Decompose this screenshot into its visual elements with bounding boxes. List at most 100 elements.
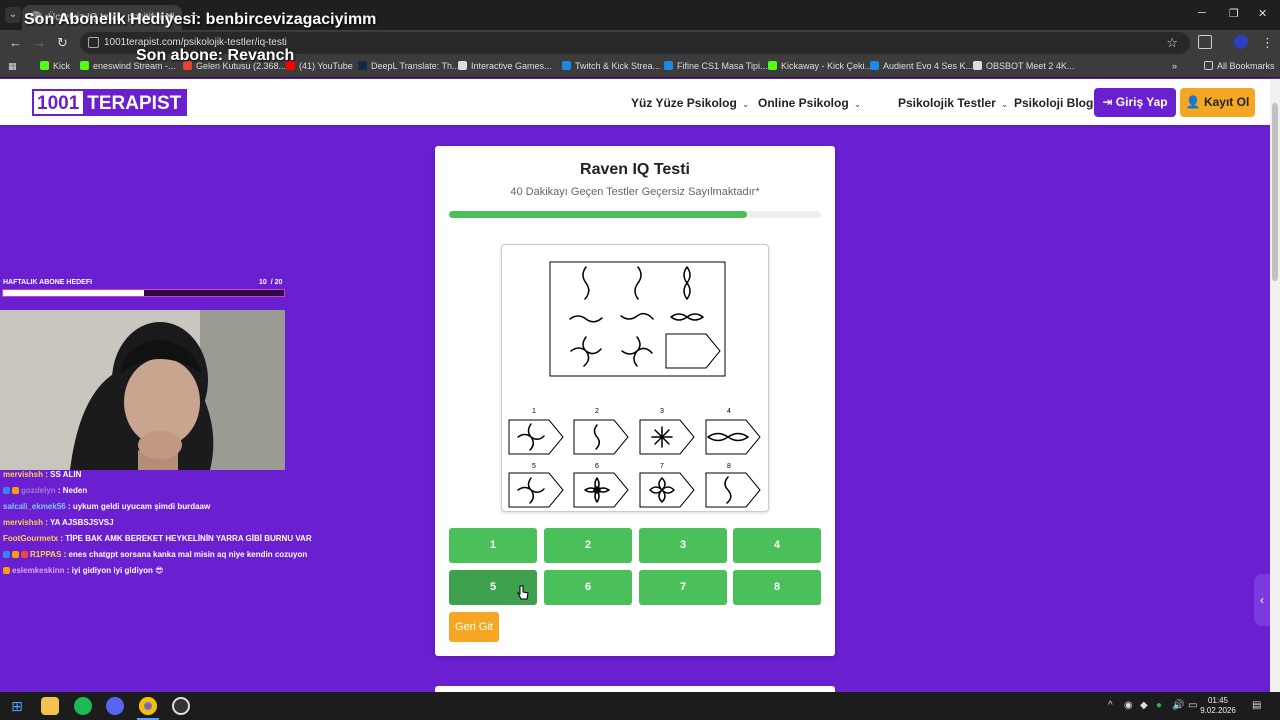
test-title: Raven IQ Testi <box>580 161 690 178</box>
register-button[interactable]: 👤 Kayıt Ol <box>1180 88 1255 117</box>
matrix-cell-shape <box>634 266 642 300</box>
bookmark-item[interactable]: Kickaway - Kick Çeki... <box>768 61 872 71</box>
puzzle-option-6 <box>573 472 629 508</box>
discord-icon[interactable] <box>106 697 124 715</box>
bookmark-item[interactable]: (41) YouTube <box>286 61 353 71</box>
close-window-icon[interactable]: ✕ <box>1258 7 1267 20</box>
extensions-icon[interactable] <box>1198 35 1212 49</box>
chat-message: eslemkeskinn : iyi gidiyon iyi gidiyon 😎 <box>3 563 333 579</box>
option-figure <box>517 423 545 451</box>
windows-taskbar: ⊞ ^ ◉ ◆ ● 🔊 ▭ 01:45 9.02.2026 ▤ <box>0 692 1280 720</box>
spotify-icon[interactable] <box>74 697 92 715</box>
bookmark-item[interactable]: Interactive Games... <box>458 61 552 71</box>
file-explorer-icon[interactable] <box>41 697 59 715</box>
chevron-down-icon: ⌄ <box>853 99 862 109</box>
bookmark-favicon-icon <box>768 61 777 70</box>
spotify-tray-icon[interactable]: ● <box>1156 700 1162 711</box>
back-arrow-icon[interactable]: ← <box>9 35 22 50</box>
nav-online-psychologist[interactable]: Online Psikolog ⌄ <box>758 96 861 110</box>
sub-goal-bar <box>2 289 285 297</box>
side-panel-toggle-chevron-left-icon[interactable]: ‹ <box>1254 574 1270 626</box>
bookmark-item[interactable]: Kick <box>40 61 70 71</box>
puzzle-option-label: 2 <box>595 408 599 415</box>
answer-button-7[interactable]: 7 <box>639 570 727 605</box>
nav-face-to-face-psychologist[interactable]: Yüz Yüze Psikolog ⌄ <box>631 96 749 110</box>
clock-date: 9.02.2026 <box>1200 706 1236 715</box>
chat-text: uykum geldi uyucam şimdi burdaaw <box>72 502 211 511</box>
page-scrollbar[interactable] <box>1270 79 1280 692</box>
nav-psychological-tests[interactable]: Psikolojik Testler ⌄ <box>898 96 1008 110</box>
system-clock[interactable]: 01:45 9.02.2026 <box>1196 696 1240 716</box>
tray-app-icon[interactable]: ◆ <box>1140 700 1148 711</box>
chat-username: gozdelyn <box>21 486 56 495</box>
answer-button-2[interactable]: 2 <box>544 528 632 563</box>
profile-avatar[interactable] <box>1234 35 1248 49</box>
bookmark-item[interactable]: Fifine CS1 Masa Tipi... <box>664 61 768 71</box>
all-bookmarks-folder[interactable]: All Bookmarks <box>1204 61 1275 71</box>
windows-start-icon[interactable]: ⊞ <box>8 697 26 715</box>
folder-icon <box>1204 61 1213 70</box>
chat-message: mervishsh : YA AJSBSJSVSJ <box>3 518 114 527</box>
nav-psychology-blog[interactable]: Psikoloji Blog <box>1014 96 1093 110</box>
option-figure <box>724 476 732 504</box>
chat-username: mervishsh <box>3 518 44 527</box>
bookmark-star-icon[interactable]: ☆ <box>1166 35 1178 51</box>
sub-goal-fill <box>3 290 144 296</box>
chat-username: R1PPAS <box>30 550 62 559</box>
answer-button-8[interactable]: 8 <box>733 570 821 605</box>
obs-icon[interactable] <box>172 697 190 715</box>
tray-overflow-chevron-icon[interactable]: ^ <box>1108 700 1113 711</box>
chat-badge-icon <box>12 551 19 558</box>
bookmark-item[interactable]: DeepL Translate: Th... <box>358 61 460 71</box>
site-logo[interactable]: 1001 TERAPIST <box>32 89 188 116</box>
minimize-icon[interactable]: ─ <box>1198 7 1206 19</box>
notifications-icon[interactable]: ▤ <box>1252 700 1261 711</box>
scrollbar-thumb[interactable] <box>1272 103 1278 281</box>
chat-badge-icon <box>3 551 10 558</box>
chat-username: eslemkeskinn <box>12 566 65 575</box>
answer-button-3[interactable]: 3 <box>639 528 727 563</box>
chat-message: mervishsh : SS ALIN <box>3 470 82 479</box>
test-subtitle: 40 Dakikayı Geçen Testler Geçersiz Sayıl… <box>510 186 760 198</box>
chat-text: TİPE BAK AMK BEREKET HEYKELİNİN YARRA Gİ… <box>65 534 312 543</box>
bookmark-item[interactable]: Twitch & Kick Strea... <box>562 61 660 71</box>
bookmark-favicon-icon <box>80 61 89 70</box>
bookmark-favicon-icon <box>358 61 367 70</box>
chat-text: Neden <box>62 486 88 495</box>
answer-button-1[interactable]: 1 <box>449 528 537 563</box>
steam-icon[interactable]: ◉ <box>1124 700 1133 711</box>
reload-icon[interactable]: ↻ <box>57 35 68 51</box>
bookmark-item[interactable]: Audient Evo 4 Ses K... <box>870 61 973 71</box>
raven-puzzle-image: 1 2 3 4 5 6 7 8 <box>501 244 769 512</box>
webcam-feed <box>0 310 285 470</box>
more-bookmarks-chevron-icon[interactable]: » <box>1172 61 1177 71</box>
forward-arrow-icon[interactable]: → <box>33 35 46 50</box>
apps-grid-icon[interactable]: ▦ <box>8 61 17 72</box>
puzzle-option-7 <box>639 472 695 508</box>
site-info-icon[interactable] <box>88 37 99 48</box>
volume-icon[interactable]: 🔊 <box>1172 700 1184 711</box>
bookmark-favicon-icon <box>973 61 982 70</box>
bookmark-item[interactable]: OBSBOT Meet 2 4K... <box>973 61 1074 71</box>
login-button[interactable]: ⇥ Giriş Yap <box>1094 88 1176 117</box>
back-button[interactable]: Geri Git <box>449 612 499 642</box>
restore-icon[interactable]: ❐ <box>1229 7 1239 20</box>
puzzle-option-label: 6 <box>595 463 599 470</box>
chat-username: salcali_ekmek56 <box>3 502 66 511</box>
browser-menu-icon[interactable]: ⋮ <box>1261 35 1274 51</box>
chrome-icon[interactable] <box>139 697 157 715</box>
site-header: 1001 TERAPIST Yüz Yüze Psikolog ⌄ Online … <box>0 79 1270 125</box>
chevron-down-icon: ⌄ <box>741 99 750 109</box>
tab-list-button[interactable]: ⌄ <box>5 7 21 23</box>
answer-button-4[interactable]: 4 <box>733 528 821 563</box>
chat-text: SS ALIN <box>50 470 82 479</box>
chat-text: enes chatgpt sorsana kanka mal misin aq … <box>68 550 308 559</box>
puzzle-option-label: 7 <box>660 463 664 470</box>
chat-message: FootGourmetx : TİPE BAK AMK BEREKET HEYK… <box>3 534 312 543</box>
stream-chat: mervishsh : SS ALIN gozdelyn : Neden sal… <box>3 467 333 579</box>
answer-buttons: 1 2 3 4 5 6 7 8 <box>449 528 821 606</box>
puzzle-option-8 <box>705 472 761 508</box>
chevron-down-icon: ⌄ <box>1000 99 1009 109</box>
answer-button-6[interactable]: 6 <box>544 570 632 605</box>
test-progress-bar <box>449 211 821 218</box>
